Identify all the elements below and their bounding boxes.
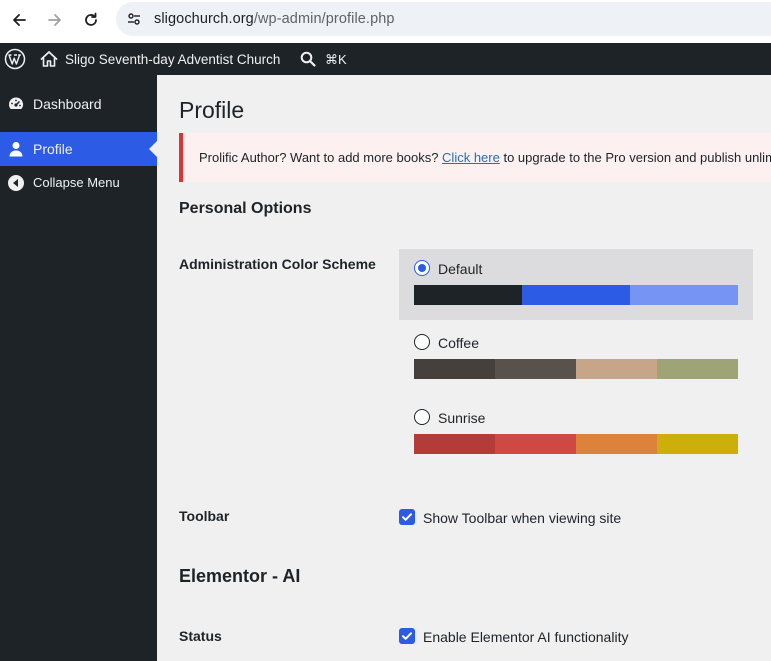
back-button[interactable] <box>7 8 31 32</box>
sidebar-item-collapse-menu[interactable]: Collapse Menu <box>0 166 157 200</box>
url-text: sligochurch.org/wp-admin/profile.php <box>154 11 395 27</box>
radio-default[interactable] <box>414 260 430 276</box>
elementor-ai-checkbox[interactable] <box>399 628 415 644</box>
home-icon[interactable] <box>40 50 58 68</box>
tune-icon <box>128 13 140 25</box>
toolbar-checkbox[interactable] <box>399 509 415 525</box>
radio-coffee[interactable] <box>414 334 430 350</box>
scheme-swatches <box>414 359 738 379</box>
color-scheme-default[interactable]: Default <box>399 249 753 320</box>
sidebar-item-label: Collapse Menu <box>33 175 120 190</box>
upgrade-notice: Prolific Author? Want to add more books?… <box>179 133 771 182</box>
arrow-right-icon <box>48 14 61 26</box>
color-scheme-sunrise[interactable]: Sunrise <box>399 398 753 469</box>
browser-chrome: sligochurch.org/wp-admin/profile.php <box>0 0 771 43</box>
swatch <box>657 359 738 379</box>
toolbar-option-label: Show Toolbar when viewing site <box>423 510 622 526</box>
swatch <box>495 434 576 454</box>
swatch <box>414 434 495 454</box>
swatch <box>414 285 522 305</box>
radio-sunrise[interactable] <box>414 409 430 425</box>
url-path: /wp-admin/profile.php <box>253 11 395 27</box>
toolbar-label: Toolbar <box>179 508 230 524</box>
scheme-swatches <box>414 285 738 305</box>
swatch <box>576 434 657 454</box>
site-info-button[interactable] <box>124 9 144 29</box>
page-title: Profile <box>179 97 245 123</box>
color-scheme-label: Administration Color Scheme <box>179 256 376 272</box>
wordpress-logo-icon[interactable] <box>4 48 26 70</box>
admin-sidebar: Dashboard Profile Collapse Menu <box>0 75 157 661</box>
reload-icon <box>85 12 97 26</box>
scheme-name: Default <box>438 261 483 277</box>
dashboard-icon <box>9 97 24 109</box>
address-bar[interactable]: sligochurch.org/wp-admin/profile.php <box>116 2 771 36</box>
arrow-left-icon <box>13 14 26 26</box>
elementor-ai-heading: Elementor - AI <box>179 566 301 586</box>
swatch <box>495 359 576 379</box>
sidebar-item-dashboard[interactable]: Dashboard <box>0 87 157 121</box>
swatch <box>630 285 738 305</box>
elementor-ai-option-label: Enable Elementor AI functionality <box>423 629 629 645</box>
notice-link[interactable]: Click here <box>442 150 500 165</box>
scheme-name: Sunrise <box>438 410 486 426</box>
reload-button[interactable] <box>79 8 103 32</box>
notice-text-after: to upgrade to the Pro version and publis… <box>503 150 771 165</box>
user-icon <box>9 142 23 157</box>
sidebar-item-profile[interactable]: Profile <box>0 132 157 166</box>
forward-button[interactable] <box>43 8 67 32</box>
swatch <box>657 434 738 454</box>
search-icon[interactable] <box>300 51 316 67</box>
sidebar-item-label: Dashboard <box>33 96 102 112</box>
color-scheme-coffee[interactable]: Coffee <box>399 323 753 394</box>
scheme-name: Coffee <box>438 335 479 351</box>
personal-options-heading: Personal Options <box>179 200 312 217</box>
main-content: Profile Prolific Author? Want to add mor… <box>157 75 771 661</box>
admin-bar: Sligo Seventh-day Adventist Church ⌘K <box>0 43 771 75</box>
notice-text-before: Prolific Author? Want to add more books? <box>199 150 443 165</box>
collapse-icon <box>8 175 24 191</box>
swatch <box>576 359 657 379</box>
checkmark-icon <box>402 513 412 521</box>
search-shortcut[interactable]: ⌘K <box>325 52 347 68</box>
status-label: Status <box>179 628 222 644</box>
sidebar-item-label: Profile <box>33 141 73 157</box>
swatch <box>414 359 495 379</box>
checkmark-icon <box>402 632 412 640</box>
swatch <box>522 285 630 305</box>
notice-text: Prolific Author? Want to add more books?… <box>199 150 771 165</box>
url-host: sligochurch.org <box>154 11 254 27</box>
scheme-swatches <box>414 434 738 454</box>
site-name-link[interactable]: Sligo Seventh-day Adventist Church <box>65 52 280 67</box>
